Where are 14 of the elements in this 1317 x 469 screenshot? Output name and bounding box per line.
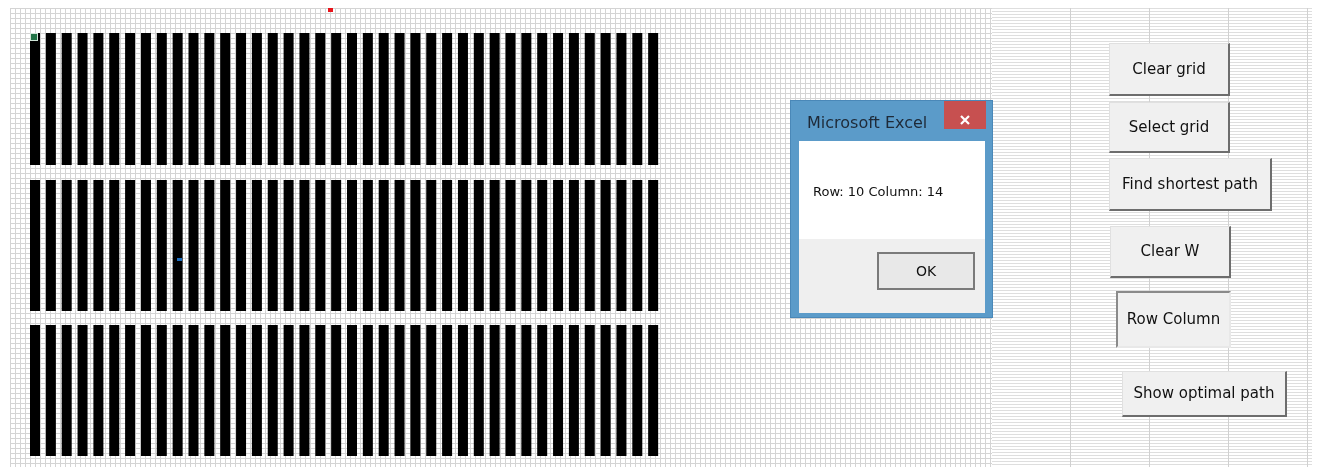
dialog-message: Row: 10 Column: 14 [813,183,944,201]
cell-marker [177,258,182,261]
dialog-title: Microsoft Excel [807,112,928,134]
cell-marker [328,8,333,12]
selection-marker [30,33,38,41]
macro-button[interactable]: Find shortest path [1109,158,1272,211]
close-button[interactable] [944,101,986,129]
macro-button[interactable]: Row Column [1116,291,1231,348]
macro-button[interactable]: Select grid [1109,102,1230,153]
macro-button[interactable]: Show optimal path [1122,371,1287,417]
ok-button[interactable]: OK [877,252,975,290]
macro-button[interactable]: Clear grid [1109,43,1230,96]
macro-button[interactable]: Clear W [1110,226,1231,278]
close-icon [960,114,970,125]
